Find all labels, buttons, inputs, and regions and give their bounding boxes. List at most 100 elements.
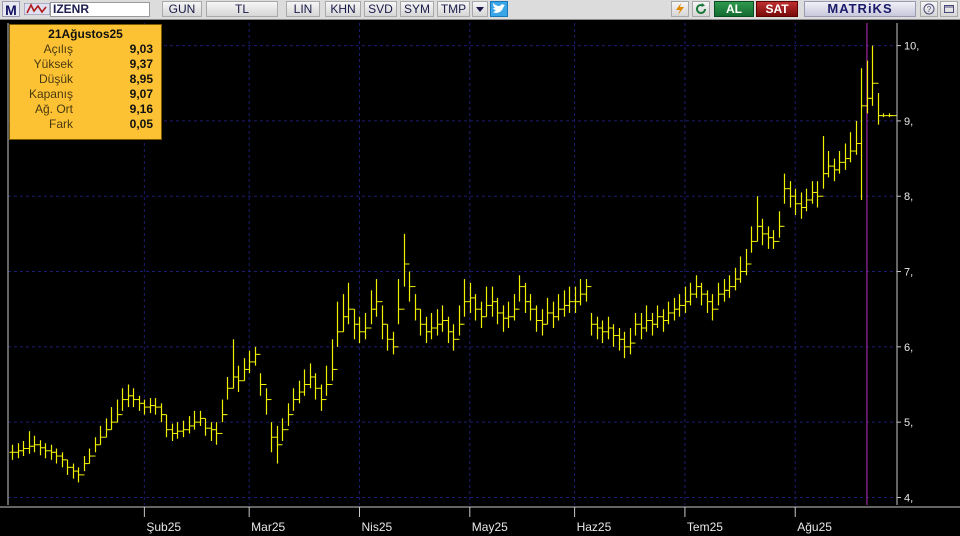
ohlc-bar <box>445 316 452 344</box>
ohlc-bar <box>169 423 176 441</box>
x-tick-label: Ağu25 <box>797 520 832 534</box>
ohlc-bar <box>588 286 595 336</box>
info-row-close: Kapanış 9,07 <box>10 87 161 102</box>
ohlc-bar <box>516 275 523 310</box>
ohlc-bar <box>174 422 181 439</box>
ohlc-bar <box>191 410 198 430</box>
buy-button[interactable]: AL <box>714 1 754 17</box>
matriks-logo[interactable]: M <box>2 1 20 18</box>
info-label: Fark <box>49 117 73 131</box>
ohlc-bar <box>412 286 419 321</box>
ohlc-bar <box>682 286 689 313</box>
twitter-icon[interactable] <box>490 1 508 17</box>
info-label: Açılış <box>43 42 73 56</box>
ohlc-bar <box>781 173 788 227</box>
tmp-button[interactable]: TMP <box>437 1 470 17</box>
window-icon[interactable] <box>940 1 958 17</box>
ohlc-bar <box>141 399 148 415</box>
info-label: Düşük <box>38 72 73 86</box>
ohlc-bar <box>632 312 639 344</box>
x-tick-label: May25 <box>472 520 508 534</box>
ohlc-bar <box>544 297 551 325</box>
ohlc-bar <box>31 435 38 453</box>
ohlc-bar <box>290 388 297 416</box>
x-tick-label: Mar25 <box>251 520 285 534</box>
y-tick-label: 5, <box>904 417 913 429</box>
ohlc-bar <box>75 467 82 483</box>
ohlc-bar <box>428 312 435 340</box>
ohlc-bar <box>814 181 821 208</box>
ohlc-bar <box>301 369 308 396</box>
ohlc-bar <box>20 440 27 457</box>
dropdown-arrow-icon[interactable] <box>472 1 488 17</box>
refresh-icon[interactable] <box>692 1 710 17</box>
ohlc-bar <box>362 312 369 340</box>
ohlc-bar <box>759 218 766 246</box>
currency-button[interactable]: TL <box>206 1 278 17</box>
ohlc-bar <box>654 305 661 329</box>
y-tick-label: 10, <box>904 41 919 53</box>
ohlc-bar <box>53 448 60 464</box>
ohlc-bar <box>561 290 568 317</box>
ohlc-bar <box>864 60 871 114</box>
ohlc-bar <box>643 305 650 332</box>
ohlc-bar <box>754 196 761 242</box>
info-value: 9,37 <box>129 57 153 71</box>
lightning-icon[interactable] <box>671 1 689 17</box>
ohlc-bar <box>345 282 352 325</box>
ohlc-bar <box>847 132 854 163</box>
sym-button[interactable]: SYM <box>400 1 434 17</box>
ohlc-bar <box>86 448 93 465</box>
ohlc-bar <box>114 399 121 423</box>
ohlc-bar <box>373 279 380 317</box>
x-tick-label: Nis25 <box>361 520 392 534</box>
ohlc-bar <box>511 294 518 321</box>
info-label: Kapanış <box>28 87 73 101</box>
ohlc-bar <box>395 279 402 348</box>
info-date: 21Ağustos25 <box>48 27 123 41</box>
ohlc-bar <box>379 301 386 340</box>
ohlc-bar <box>356 316 363 344</box>
ohlc-bar <box>770 230 777 249</box>
ohlc-bar <box>97 425 104 446</box>
ohlc-bar <box>726 275 733 298</box>
help-icon[interactable]: ? <box>920 1 938 17</box>
sell-button[interactable]: SAT <box>756 1 798 17</box>
ohlc-bar <box>9 444 16 460</box>
period-button[interactable]: GUN <box>162 1 202 17</box>
ohlc-bar <box>638 312 645 340</box>
ohlc-bar <box>803 188 810 212</box>
svd-button[interactable]: SVD <box>364 1 397 17</box>
info-label: Yüksek <box>33 57 73 71</box>
ohlc-bar <box>329 339 336 385</box>
ohlc-bar <box>820 135 827 197</box>
ohlc-bar <box>792 188 799 216</box>
ohlc-bar <box>627 328 634 355</box>
ohlc-bar <box>312 373 319 400</box>
info-label: Ağ. Ort <box>34 102 73 116</box>
ohlc-bar <box>152 398 159 415</box>
ohlc-bar <box>599 320 606 344</box>
ohlc-bar <box>268 399 275 453</box>
ohlc-bar <box>875 82 882 125</box>
ohlc-bar <box>246 350 253 374</box>
y-tick-label: 7, <box>904 267 913 279</box>
x-tick-label: Şub25 <box>146 520 181 534</box>
symbol-input[interactable]: IZENR <box>50 2 150 17</box>
info-row-low: Düşük 8,95 <box>10 72 161 87</box>
info-value: 9,16 <box>129 102 153 116</box>
ohlc-bar <box>434 309 441 336</box>
y-tick-label: 8, <box>904 191 913 203</box>
ohlc-bar <box>307 363 314 389</box>
ohlc-bar <box>180 420 187 438</box>
ohlc-bar <box>555 294 562 321</box>
flag-icon[interactable] <box>24 3 50 15</box>
ohlc-bar <box>456 305 463 340</box>
ohlc-bar <box>842 143 849 170</box>
khn-button[interactable]: KHN <box>325 1 361 17</box>
ohlc-bar <box>610 324 617 347</box>
toolbar: M IZENR GUN TL LIN KHN SVD SYM TMP AL SA… <box>0 0 960 20</box>
ohlc-bar <box>235 365 242 393</box>
scale-button[interactable]: LIN <box>286 1 320 17</box>
y-tick-label: 4, <box>904 492 913 504</box>
